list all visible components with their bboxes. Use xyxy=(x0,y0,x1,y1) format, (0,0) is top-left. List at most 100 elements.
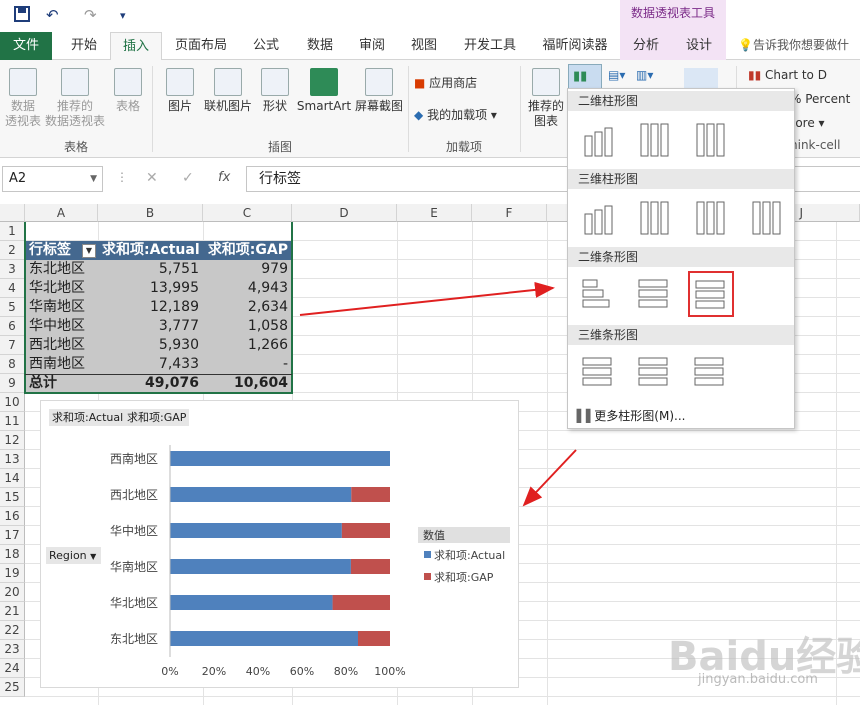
row-header[interactable]: 10 xyxy=(0,393,25,412)
row-header[interactable]: 17 xyxy=(0,526,25,545)
tab-developer[interactable]: 开发工具 xyxy=(452,32,528,60)
pivot-gap-cell[interactable]: - xyxy=(203,355,292,374)
row-header[interactable]: 12 xyxy=(0,431,25,450)
row-header[interactable]: 6 xyxy=(0,317,25,336)
pivot-gap-cell[interactable]: 2,634 xyxy=(203,298,292,317)
redo-icon[interactable]: ↷ xyxy=(84,6,97,24)
column-header[interactable]: B xyxy=(98,204,203,222)
row-header[interactable]: 9 xyxy=(0,374,25,393)
pivot-total-actual[interactable]: 49,076 xyxy=(98,374,203,393)
pivot-total-label[interactable]: 总计 xyxy=(25,374,61,393)
row-header[interactable]: 21 xyxy=(0,602,25,621)
3d-stacked-bar-chart-option[interactable] xyxy=(632,349,678,395)
pivot-gap-cell[interactable]: 979 xyxy=(203,260,292,279)
3d-column-chart-option[interactable] xyxy=(744,193,790,239)
3d-percent-stacked-column-chart-option[interactable] xyxy=(688,193,734,239)
3d-stacked-column-chart-option[interactable] xyxy=(632,193,678,239)
tab-analyze[interactable]: 分析 xyxy=(620,32,672,60)
pivot-actual-cell[interactable]: 5,751 xyxy=(98,260,203,279)
row-header[interactable]: 11 xyxy=(0,412,25,431)
row-header[interactable]: 5 xyxy=(0,298,25,317)
select-all-corner[interactable] xyxy=(0,204,25,222)
pivot-total-gap[interactable]: 10,604 xyxy=(203,374,292,393)
waterfall-chart-icon[interactable]: ▥▾ xyxy=(636,68,653,82)
3d-clustered-column-chart-option[interactable] xyxy=(576,193,622,239)
column-header[interactable]: E xyxy=(397,204,472,222)
save-icon[interactable] xyxy=(14,6,30,26)
stacked-column-chart-option[interactable] xyxy=(632,115,678,161)
tab-design[interactable]: 设计 xyxy=(672,32,726,60)
tab-page-layout[interactable]: 页面布局 xyxy=(168,32,234,60)
picture-button[interactable]: 图片 xyxy=(160,68,200,114)
tab-formulas[interactable]: 公式 xyxy=(240,32,292,60)
percent-stacked-bar-chart-option[interactable] xyxy=(688,271,734,317)
clustered-bar-chart-option[interactable] xyxy=(576,271,622,317)
tab-foxit[interactable]: 福昕阅读器 xyxy=(534,32,616,60)
row-header[interactable]: 22 xyxy=(0,621,25,640)
column-header[interactable]: D xyxy=(292,204,397,222)
pivot-actual-cell[interactable]: 13,995 xyxy=(98,279,203,298)
3d-percent-stacked-bar-chart-option[interactable] xyxy=(688,349,734,395)
pivot-gap-cell[interactable]: 1,266 xyxy=(203,336,292,355)
screenshot-button[interactable]: 屏幕截图 xyxy=(352,68,406,114)
pivot-actual-cell[interactable]: 3,777 xyxy=(98,317,203,336)
row-header[interactable]: 18 xyxy=(0,545,25,564)
percent-stacked-column-chart-option[interactable] xyxy=(688,115,734,161)
more-button[interactable]: lore ▾ xyxy=(792,116,860,131)
chart-to-button[interactable]: ▮▮ Chart to D xyxy=(748,68,860,83)
row-header[interactable]: 13 xyxy=(0,450,25,469)
pivot-region-cell[interactable]: 西南地区 xyxy=(25,355,98,374)
cancel-icon[interactable]: ✕ xyxy=(146,170,158,186)
pivot-chart[interactable]: 求和项:Actual 求和项:GAP Region ▼ 西南地区 西北地区 华中地区… xyxy=(40,400,519,688)
chevron-down-icon[interactable]: ▼ xyxy=(90,167,97,191)
3d-clustered-bar-chart-option[interactable] xyxy=(576,349,622,395)
row-header[interactable]: 7 xyxy=(0,336,25,355)
line-chart-icon[interactable]: ▤▾ xyxy=(608,68,625,82)
pivot-gap-cell[interactable]: 1,058 xyxy=(203,317,292,336)
pivot-region-cell[interactable]: 华中地区 xyxy=(25,317,98,336)
column-header[interactable]: F xyxy=(472,204,547,222)
stacked-bar-chart-option[interactable] xyxy=(632,271,678,317)
row-header[interactable]: 23 xyxy=(0,640,25,659)
tab-file[interactable]: 文件 xyxy=(0,32,52,60)
confirm-icon[interactable]: ✓ xyxy=(182,170,194,186)
row-header[interactable]: 14 xyxy=(0,469,25,488)
insert-function-icon[interactable]: fx xyxy=(218,170,230,185)
pivot-region-cell[interactable]: 华南地区 xyxy=(25,298,98,317)
tell-me-box[interactable]: 💡告诉我你想要做什么 xyxy=(738,32,860,79)
undo-icon[interactable]: ↶ xyxy=(46,6,59,24)
pivot-table-button[interactable]: 数据 透视表 xyxy=(2,68,44,129)
tab-home[interactable]: 开始 xyxy=(58,32,110,60)
pivot-actual-cell[interactable]: 7,433 xyxy=(98,355,203,374)
smartart-button[interactable]: SmartArt xyxy=(296,68,352,114)
shapes-button[interactable]: 形状 xyxy=(256,68,294,114)
row-header[interactable]: 4 xyxy=(0,279,25,298)
more-column-charts-link[interactable]: ▐▐ 更多柱形图(M)... xyxy=(572,405,790,427)
tab-insert[interactable]: 插入 xyxy=(110,32,162,61)
column-header[interactable]: C xyxy=(203,204,292,222)
pivot-region-cell[interactable]: 华北地区 xyxy=(25,279,98,298)
tab-view[interactable]: 视图 xyxy=(398,32,450,60)
table-button[interactable]: 表格 xyxy=(108,68,148,114)
tab-review[interactable]: 审阅 xyxy=(346,32,398,60)
tab-data[interactable]: 数据 xyxy=(294,32,346,60)
row-header[interactable]: 25 xyxy=(0,678,25,697)
row-header[interactable]: 19 xyxy=(0,564,25,583)
row-header[interactable]: 8 xyxy=(0,355,25,374)
row-header[interactable]: 3 xyxy=(0,260,25,279)
percent-button[interactable]: % Percent xyxy=(790,92,860,107)
pivot-actual-cell[interactable]: 12,189 xyxy=(98,298,203,317)
row-header[interactable]: 20 xyxy=(0,583,25,602)
column-header[interactable]: A xyxy=(25,204,98,222)
pivot-header[interactable]: 行标签 xyxy=(25,241,75,260)
online-picture-button[interactable]: 联机图片 xyxy=(200,68,256,114)
my-addins-button[interactable]: ◆ 我的加载项 ▾ xyxy=(414,108,518,123)
pivot-gap-cell[interactable]: 4,943 xyxy=(203,279,292,298)
column-chart-dropdown-button[interactable]: ▮▮ xyxy=(568,64,602,90)
row-header[interactable]: 16 xyxy=(0,507,25,526)
recommended-pivot-button[interactable]: 推荐的 数据透视表 xyxy=(44,68,106,129)
store-button[interactable]: ■ 应用商店 xyxy=(414,76,514,91)
filter-dropdown-icon[interactable]: ▼ xyxy=(82,244,96,258)
row-header[interactable]: 1 xyxy=(0,222,25,241)
pivot-region-cell[interactable]: 东北地区 xyxy=(25,260,98,279)
